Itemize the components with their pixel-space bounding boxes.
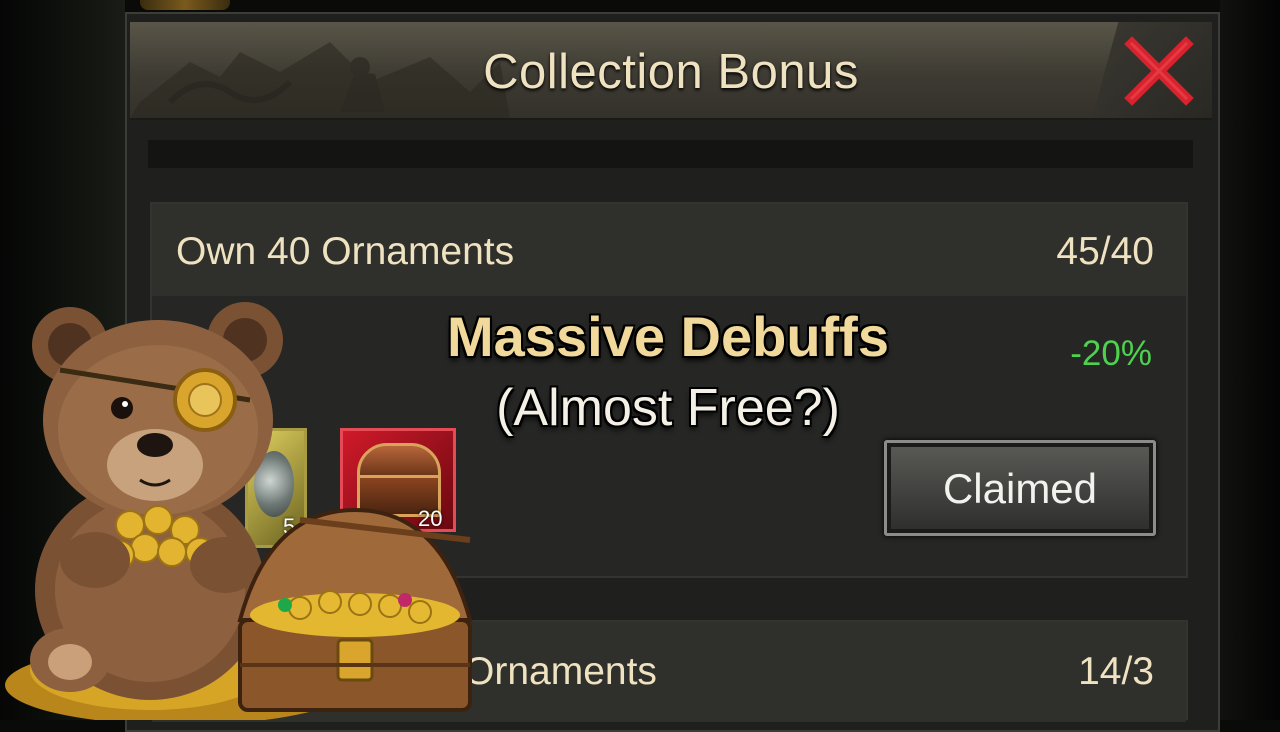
claimed-button-label: Claimed <box>942 465 1098 512</box>
window-title: Collection Bonus <box>483 45 859 99</box>
claimed-button[interactable]: Claimed <box>884 440 1156 536</box>
top-ornament <box>140 0 230 10</box>
right-background <box>1220 0 1280 720</box>
overlay-subheadline: (Almost Free?) <box>496 379 840 437</box>
pirate-bear-icon <box>5 302 473 720</box>
panel-header: Collection Bonus <box>130 22 1212 120</box>
close-icon[interactable] <box>1124 36 1194 106</box>
bonus-requirement: Own 40 Ornaments <box>176 230 515 273</box>
bonus-value: -20% <box>1070 334 1152 373</box>
bonus-card-header: Own 40 Ornaments 45/40 <box>152 204 1186 296</box>
bonus-progress: 45/40 <box>1056 230 1154 273</box>
scroll-strip <box>148 140 1193 168</box>
bonus-progress: 14/3 <box>1078 650 1154 693</box>
